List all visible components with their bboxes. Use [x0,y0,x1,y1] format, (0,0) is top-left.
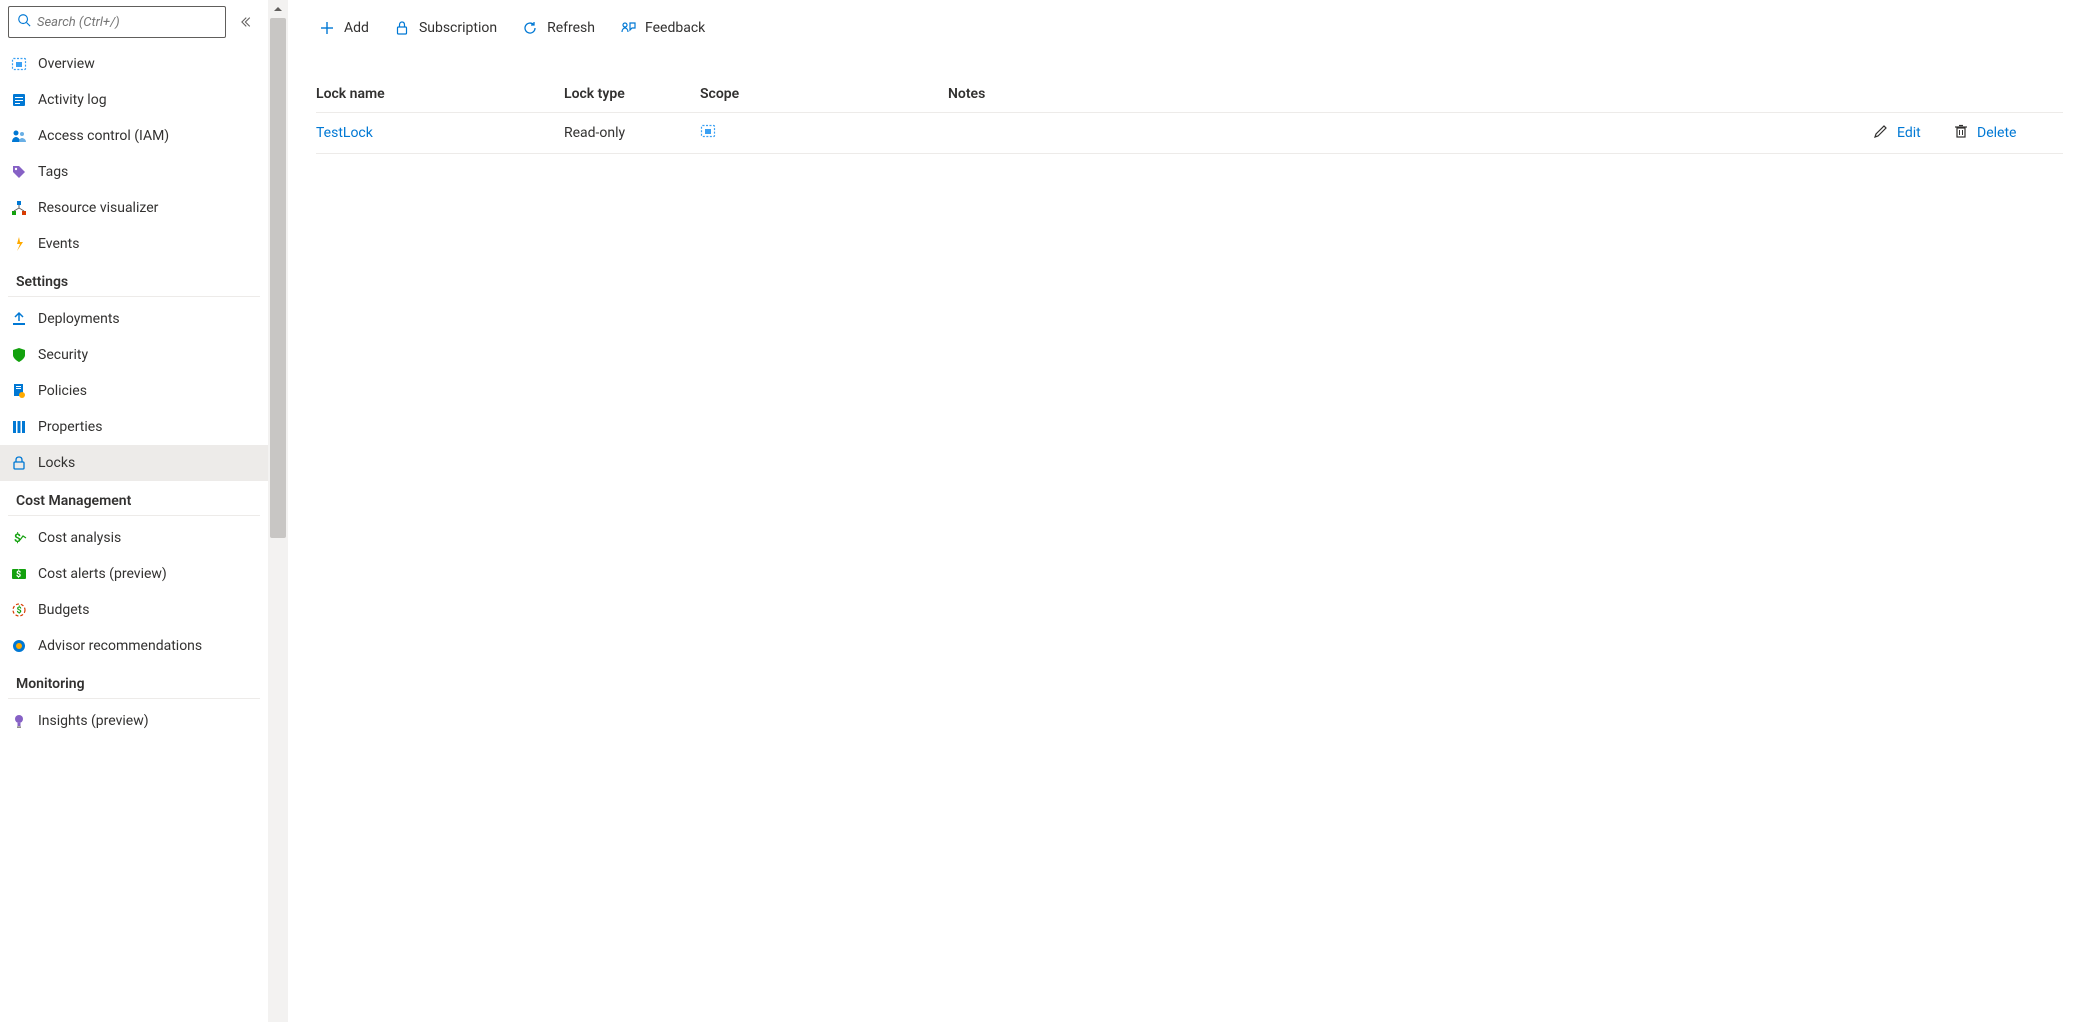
sidebar-item-label: Events [38,236,79,252]
sidebar-item-label: Insights (preview) [38,713,149,729]
col-lock-type: Lock type [564,86,700,102]
collapse-sidebar-button[interactable] [236,10,260,34]
sidebar-item-label: Properties [38,419,102,435]
deployments-icon [10,310,28,328]
lock-name-link[interactable]: TestLock [316,125,564,141]
resource-group-icon [10,55,28,73]
sidebar-container: Overview Activity log Access control (IA… [0,0,288,1022]
col-lock-name: Lock name [316,86,564,102]
sidebar-item-access-control[interactable]: Access control (IAM) [0,118,268,154]
sidebar-item-advisor[interactable]: Advisor recommendations [0,628,268,664]
sidebar-item-label: Cost alerts (preview) [38,566,167,582]
edit-button[interactable]: Edit [1873,123,1953,143]
lock-icon [10,454,28,472]
svg-text:$: $ [16,569,21,580]
edit-label: Edit [1897,125,1921,141]
sidebar-item-budgets[interactable]: $ Budgets [0,592,268,628]
sidebar-item-label: Access control (IAM) [38,128,169,144]
sidebar-item-resource-visualizer[interactable]: Resource visualizer [0,190,268,226]
svg-text:$: $ [14,531,21,545]
toolbar-label: Feedback [645,20,705,36]
events-icon [10,235,28,253]
table-header: Lock name Lock type Scope Notes [316,76,2063,113]
tag-icon [10,163,28,181]
delete-button[interactable]: Delete [1953,123,2063,143]
toolbar-label: Add [344,20,369,36]
sidebar-item-cost-analysis[interactable]: $ Cost analysis [0,520,268,556]
sidebar-item-events[interactable]: Events [0,226,268,262]
search-box[interactable] [8,6,226,38]
col-notes: Notes [948,86,1873,102]
budgets-icon: $ [10,601,28,619]
toolbar: Add Subscription Refresh Feedback [316,8,2063,48]
sidebar-item-label: Security [38,347,88,363]
subscription-button[interactable]: Subscription [391,15,499,41]
scroll-up-icon[interactable] [268,0,288,18]
sidebar-item-label: Budgets [38,602,89,618]
lock-icon [393,19,411,37]
sidebar-item-security[interactable]: Security [0,337,268,373]
sidebar-item-label: Locks [38,455,75,471]
sidebar-item-tags[interactable]: Tags [0,154,268,190]
sidebar: Overview Activity log Access control (IA… [0,0,268,1022]
sidebar-section-cost: Cost Management [8,485,260,516]
toolbar-label: Subscription [419,20,497,36]
resource-visualizer-icon [10,199,28,217]
sidebar-item-insights[interactable]: Insights (preview) [0,703,268,739]
plus-icon [318,19,336,37]
sidebar-section-monitoring: Monitoring [8,668,260,699]
refresh-icon [521,19,539,37]
sidebar-item-overview[interactable]: Overview [0,46,268,82]
policies-icon [10,382,28,400]
col-scope: Scope [700,86,948,102]
cost-alerts-icon: $ [10,565,28,583]
add-button[interactable]: Add [316,15,371,41]
properties-icon [10,418,28,436]
sidebar-item-cost-alerts[interactable]: $ Cost alerts (preview) [0,556,268,592]
sidebar-item-properties[interactable]: Properties [0,409,268,445]
resource-group-icon [700,127,716,143]
sidebar-item-activity-log[interactable]: Activity log [0,82,268,118]
feedback-icon [619,19,637,37]
sidebar-item-label: Deployments [38,311,120,327]
refresh-button[interactable]: Refresh [519,15,597,41]
trash-icon [1953,123,1969,143]
table-row: TestLock Read-only Edit [316,113,2063,154]
search-icon [17,13,31,31]
cost-analysis-icon: $ [10,529,28,547]
locks-table: Lock name Lock type Scope Notes TestLock… [316,76,2063,154]
search-input[interactable] [37,15,217,30]
advisor-icon [10,637,28,655]
activity-log-icon [10,91,28,109]
sidebar-item-label: Overview [38,56,95,72]
pencil-icon [1873,123,1889,143]
sidebar-item-label: Advisor recommendations [38,638,202,654]
insights-icon [10,712,28,730]
sidebar-item-label: Policies [38,383,87,399]
svg-text:$: $ [17,605,22,616]
sidebar-section-settings: Settings [8,266,260,297]
lock-type-value: Read-only [564,125,700,141]
sidebar-item-deployments[interactable]: Deployments [0,301,268,337]
sidebar-scrollbar[interactable] [268,0,288,1022]
sidebar-item-label: Tags [38,164,68,180]
delete-label: Delete [1977,125,2016,141]
sidebar-item-label: Activity log [38,92,107,108]
scroll-thumb[interactable] [270,18,286,538]
sidebar-item-label: Resource visualizer [38,200,158,216]
security-icon [10,346,28,364]
toolbar-label: Refresh [547,20,595,36]
sidebar-item-locks[interactable]: Locks [0,445,268,481]
feedback-button[interactable]: Feedback [617,15,707,41]
main-content: Add Subscription Refresh Feedback [288,0,2091,1022]
sidebar-item-policies[interactable]: Policies [0,373,268,409]
sidebar-item-label: Cost analysis [38,530,121,546]
scope-cell [700,123,948,143]
access-control-icon [10,127,28,145]
